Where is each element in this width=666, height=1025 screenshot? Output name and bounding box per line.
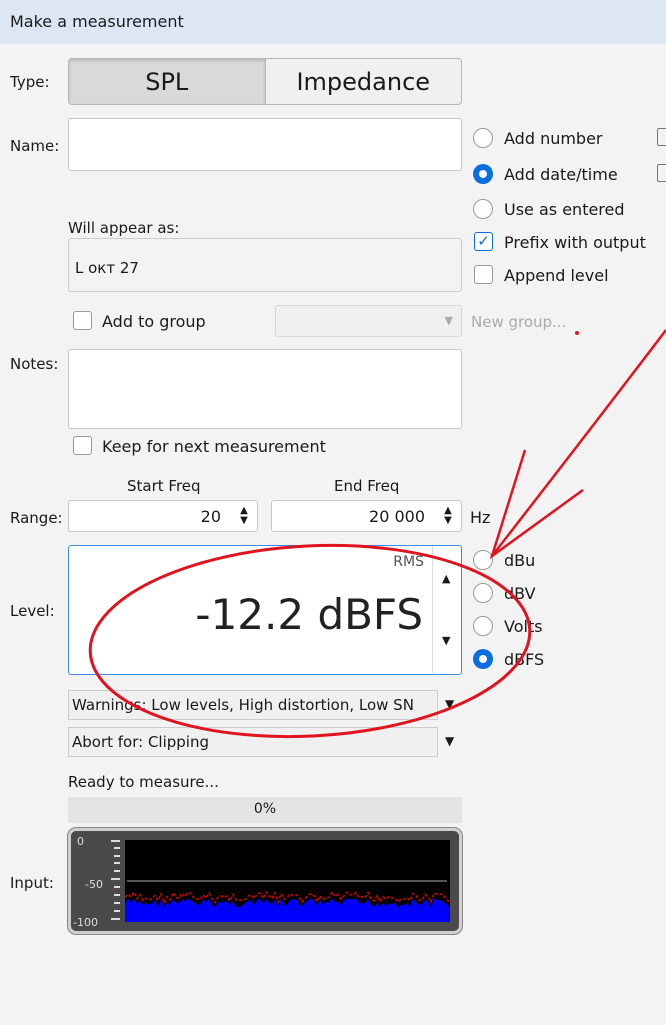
annotation-arrow [489,329,666,560]
warnings-chevron-icon[interactable]: ▼ [445,697,454,711]
type-label: Type: [10,73,50,91]
start-freq-value: 20 [200,506,221,526]
append-level-checkbox[interactable] [474,265,493,284]
prefix-with-output-checkbox[interactable]: ✓ [474,232,493,251]
prefix-with-output-label: Prefix with output [504,233,646,252]
tick-0: 0 [77,835,84,848]
spectrum-display [125,840,450,922]
type-spl-button[interactable]: SPL [69,59,266,104]
hz-label: Hz [470,508,491,527]
warnings-dropdown[interactable]: Warnings: Low levels, High distortion, L… [68,690,438,720]
end-freq-input[interactable]: 20 000 ▲ ▼ [271,500,462,532]
unit-dbu-radio[interactable] [473,550,493,570]
group-dropdown[interactable]: ▼ [275,305,462,337]
range-label: Range: [10,509,63,527]
name-input[interactable] [68,118,462,171]
start-freq-input[interactable]: 20 ▲ ▼ [68,500,258,532]
datetime-settings-icon[interactable] [657,164,666,182]
progress-bar: 0% [68,797,462,823]
keep-notes-checkbox[interactable] [73,436,92,455]
input-meter: 0 -50 -100 [68,828,462,934]
level-input[interactable]: RMS -12.2 dBFS ▲ ▼ [68,545,462,675]
dialog-title: Make a measurement [0,0,666,44]
unit-dbv-radio[interactable] [473,583,493,603]
add-datetime-label: Add date/time [504,165,618,184]
unit-dbv-label: dBV [504,584,536,603]
status-text: Ready to measure... [68,773,219,791]
level-up-icon[interactable]: ▲ [442,572,450,585]
add-number-radio[interactable] [473,128,493,148]
add-to-group-checkbox[interactable] [73,311,92,330]
notes-textarea[interactable] [68,349,462,429]
unit-dbu-label: dBu [504,551,536,570]
level-mode: RMS [393,554,424,570]
tick-50: -50 [85,878,103,891]
will-appear-label: Will appear as: [68,219,180,237]
unit-dbfs-radio[interactable] [473,649,493,669]
keep-notes-label: Keep for next measurement [102,437,326,456]
add-number-label: Add number [504,129,603,148]
number-settings-icon[interactable] [657,128,666,146]
name-label: Name: [10,137,60,155]
annotation-dot [575,331,579,335]
append-level-label: Append level [504,266,609,285]
use-as-entered-radio[interactable] [473,199,493,219]
add-to-group-label: Add to group [102,312,206,331]
add-datetime-radio[interactable] [473,164,493,184]
will-appear-value: L окт 27 [68,238,462,292]
abort-dropdown[interactable]: Abort for: Clipping [68,727,438,757]
end-freq-stepper[interactable]: ▲ ▼ [443,506,453,526]
new-group-button[interactable]: New group... [471,313,566,331]
level-down-icon[interactable]: ▼ [442,634,450,647]
abort-chevron-icon[interactable]: ▼ [445,734,454,748]
level-stepper[interactable]: ▲ ▼ [432,546,461,673]
level-value: -12.2 dBFS [195,590,423,639]
chevron-down-icon: ▼ [444,314,453,327]
start-freq-label: Start Freq [127,477,201,495]
unit-volts-label: Volts [504,617,543,636]
tick-100: -100 [73,916,98,929]
end-freq-label: End Freq [334,477,400,495]
notes-label: Notes: [10,355,59,373]
unit-volts-radio[interactable] [473,616,493,636]
use-as-entered-label: Use as entered [504,200,625,219]
type-impedance-button[interactable]: Impedance [266,59,462,104]
progress-text: 0% [253,801,277,817]
end-freq-value: 20 000 [369,506,425,526]
input-label: Input: [10,874,54,892]
unit-dbfs-label: dBFS [504,650,545,669]
type-segmented-control: SPL Impedance [68,58,462,105]
level-label: Level: [10,602,55,620]
start-freq-stepper[interactable]: ▲ ▼ [239,506,249,526]
